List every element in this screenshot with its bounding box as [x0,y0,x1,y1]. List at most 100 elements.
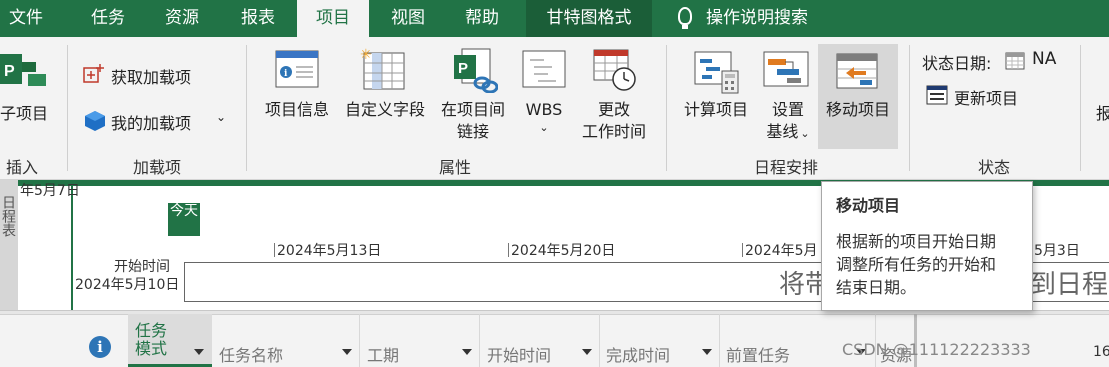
get-addins-icon[interactable] [83,63,105,89]
wbs-button[interactable]: WBS ⌄ [518,99,570,135]
timeline-tick-label: 2024年5月 [745,243,818,259]
tab-view[interactable]: 视图 [384,0,432,37]
insert-group-label: 插入 [5,158,38,177]
set-baseline-line2: 基线 [766,122,799,141]
tab-project[interactable]: 项目 [297,0,369,37]
group-separator [1080,45,1081,171]
finish-time-header[interactable]: 完成时间 [606,342,670,366]
update-project-button[interactable]: 更新项目 [954,85,1018,109]
today-marker: 今天 [168,203,200,236]
timeline-start-label: 开始时间 [114,259,170,275]
predecessors-header[interactable]: 前置任务 [726,342,790,366]
subproject-label[interactable]: 子项目 [0,100,48,124]
timeline-left-date: 年5月7日 [20,183,80,199]
ribbon: P 子项目 插入 获取加载项 我的加载项 ⌄ 加载项 i 项目信息 ✳ 自定义字… [0,37,1109,180]
status-group-label: 状态 [977,158,1010,177]
duration-filter-icon[interactable] [462,349,472,355]
task-mode-header-line1: 任务 [135,321,168,340]
task-name-filter-icon[interactable] [342,349,352,355]
my-addins-dropdown-icon[interactable]: ⌄ [216,110,226,124]
gantt-timescale-partial: 16 [1093,344,1109,360]
tab-resource[interactable]: 资源 [158,0,206,37]
start-time-filter-icon[interactable] [582,349,592,355]
project-links-button[interactable]: 在项目间 链接 [434,99,512,143]
tooltip-body-line: 根据新的项目开始日期 [836,232,997,251]
set-baseline-button[interactable]: 设置 基线 ⌄ [755,99,821,145]
timeline-start-date: 2024年5月10日 [75,277,180,293]
calculate-project-icon[interactable] [694,49,740,99]
project-info-button[interactable]: 项目信息 [259,99,335,121]
finish-time-filter-icon[interactable] [702,349,712,355]
change-working-time-line1: 更改 [597,100,630,119]
timeline-side-label: 日程表 [0,195,16,237]
move-project-button[interactable]: 移动项目 [818,99,898,121]
tab-report[interactable]: 报表 [234,0,282,37]
svg-text:P: P [4,63,15,80]
tab-help[interactable]: 帮助 [458,0,506,37]
task-mode-filter-icon[interactable] [194,349,204,355]
timeline-tick-label: 5月3日 [1034,243,1080,259]
update-project-icon[interactable] [926,85,948,109]
subproject-icon[interactable]: P [0,50,48,98]
group-separator [67,45,68,171]
get-addins-button[interactable]: 获取加载项 [111,64,191,88]
wbs-dropdown-icon: ⌄ [539,121,549,134]
properties-group-label: 属性 [438,158,471,177]
project-links-line1: 在项目间 [440,100,505,119]
task-mode-header[interactable]: 任务 模式 [135,322,167,358]
my-addins-button[interactable]: 我的加载项 [111,110,191,134]
status-date-value[interactable]: NA [1032,49,1056,69]
tell-me-search[interactable]: 操作说明搜索 [668,0,838,37]
wbs-icon[interactable] [522,50,566,94]
tab-gantt-format[interactable]: 甘特图格式 [526,0,652,37]
tab-task[interactable]: 任务 [84,0,132,37]
info-icon[interactable]: i [89,336,111,358]
set-baseline-line1: 设置 [771,100,804,119]
project-links-line2: 链接 [456,122,489,141]
ribbon-tab-bar: 文件 任务 资源 报表 项目 视图 帮助 甘特图格式 操作说明搜索 [0,0,1109,37]
group-separator [909,45,910,171]
tooltip-body-line: 调整所有任务的开始和 [836,255,997,274]
change-working-time-line2: 工作时间 [581,122,646,141]
schedule-group-label: 日程安排 [753,158,818,177]
set-baseline-dropdown-icon: ⌄ [800,127,810,140]
column-separator [599,314,600,367]
change-working-time-icon[interactable] [593,49,637,97]
report-button-partial[interactable]: 报 [1096,100,1109,124]
timeline-tick [508,243,509,257]
set-baseline-icon[interactable] [763,51,811,95]
today-label: 今天 [170,203,198,219]
group-separator [666,45,667,171]
custom-fields-button[interactable]: 自定义字段 [338,99,432,121]
custom-fields-icon[interactable]: ✳ [360,47,408,95]
project-links-icon[interactable]: P [452,47,499,97]
lightbulb-icon [678,7,692,29]
watermark: CSDN @111122223333 [842,340,1031,359]
tooltip-body: 根据新的项目开始日期 调整所有任务的开始和 结束日期。 [836,230,1018,299]
timeline-tick [274,243,275,257]
project-info-icon[interactable]: i [275,50,319,94]
calculate-project-button[interactable]: 计算项目 [676,99,756,121]
task-name-header[interactable]: 任务名称 [219,342,283,366]
status-date-label: 状态日期: [922,54,992,73]
svg-text:✳: ✳ [360,47,372,63]
timeline-bar-text: 到日程 [1030,270,1109,300]
column-separator [719,314,720,367]
duration-header[interactable]: 工期 [367,342,399,366]
timeline-tick-label: 2024年5月13日 [277,243,382,259]
start-time-header[interactable]: 开始时间 [487,342,551,366]
move-project-icon[interactable] [836,53,880,97]
svg-text:P: P [458,60,468,77]
addins-group-label: 加载项 [132,158,181,177]
calendar-icon[interactable] [1005,52,1025,74]
tooltip-title: 移动项目 [836,196,901,215]
my-addins-icon[interactable] [84,110,106,136]
timeline-tick-label: 2024年5月20日 [511,243,616,259]
move-project-tooltip: 移动项目 根据新的项目开始日期 调整所有任务的开始和 结束日期。 [821,181,1033,311]
tab-file[interactable]: 文件 [0,0,52,37]
wbs-label: WBS [525,100,563,119]
timeline-tick [742,243,743,257]
tell-me-label: 操作说明搜索 [706,8,808,28]
column-separator [479,314,480,367]
change-working-time-button[interactable]: 更改 工作时间 [574,99,654,143]
